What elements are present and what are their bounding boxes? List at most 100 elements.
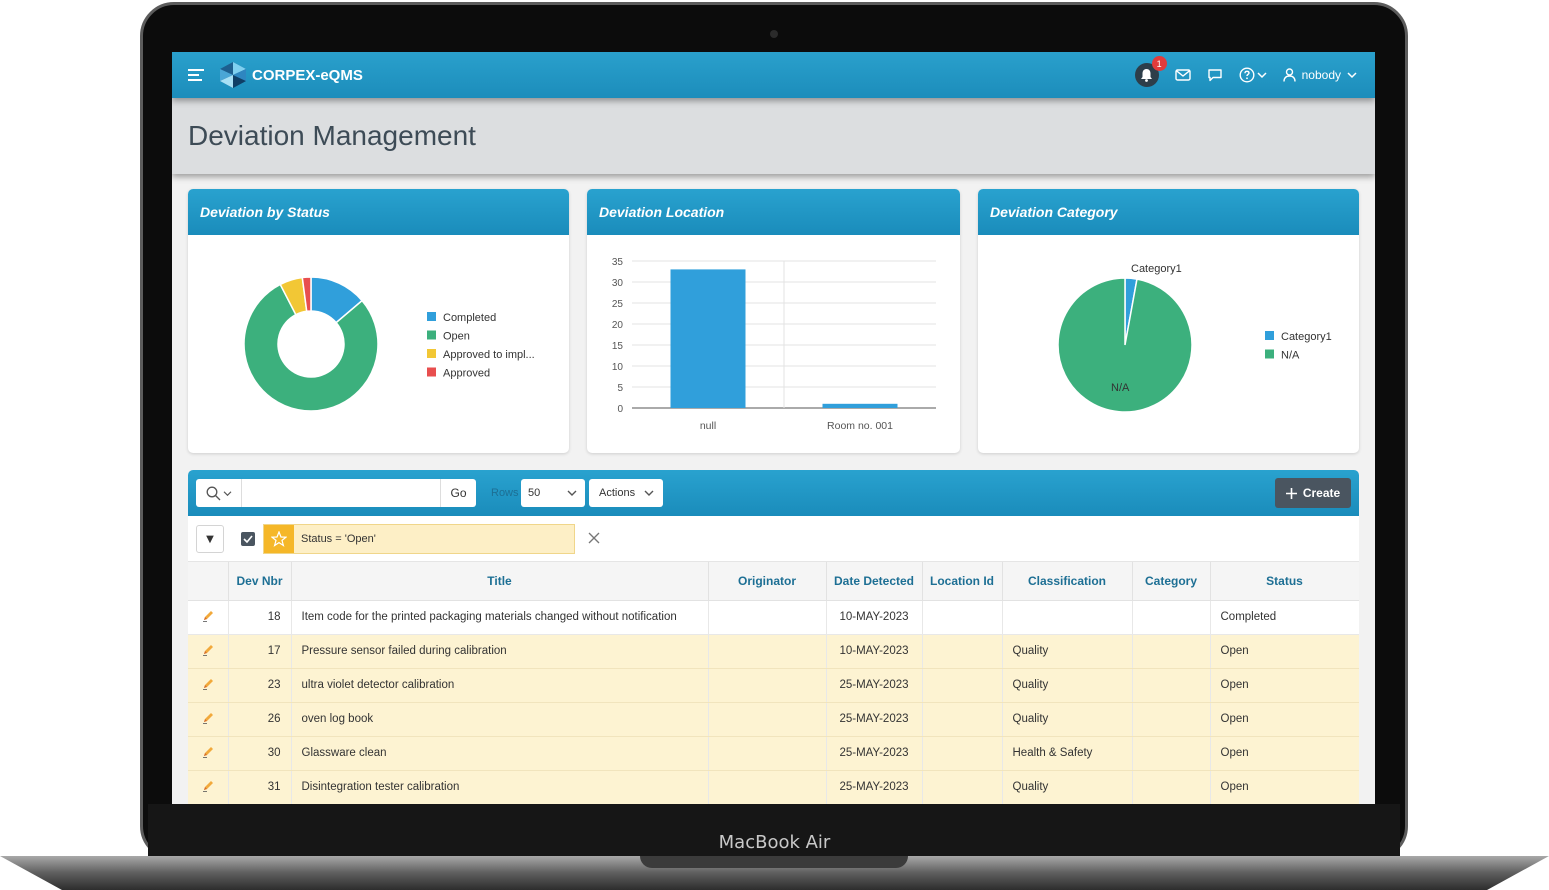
cell-status: Open: [1210, 668, 1359, 703]
cell-classification: Quality: [1002, 702, 1133, 737]
location-bar[interactable]: [822, 403, 898, 408]
search-column-button[interactable]: [196, 479, 242, 507]
cell-category: [1132, 736, 1211, 771]
table-row: 30 Glassware clean 25-MAY-2023 Health & Saf…: [188, 736, 1359, 771]
remove-filter-icon[interactable]: [587, 531, 601, 545]
table-row: 31 Disintegration tester calibration 25-MA…: [188, 770, 1359, 804]
go-button[interactable]: Go: [440, 479, 476, 507]
column-header-originator[interactable]: Originator: [708, 562, 827, 601]
cell-date-detected: 10-MAY-2023: [826, 634, 923, 669]
location-bar-chart: 0 5 10 15 20 25 30 35 null Room no. 001: [612, 257, 936, 432]
location-x-tick-label: null: [700, 420, 716, 432]
cell-status: Open: [1210, 736, 1359, 771]
page-title: Deviation Management: [188, 120, 476, 151]
report-toolbar: Go Rows 50 Actions Create: [188, 470, 1359, 516]
cell-date-detected: 25-MAY-2023: [826, 770, 923, 804]
edit-pencil-icon: [202, 644, 213, 656]
table-row: 18 Item code for the printed packaging ma…: [188, 600, 1359, 635]
cell-dev-nbr: 17: [228, 634, 292, 669]
cell-category: [1132, 702, 1211, 737]
status-chart-card: Deviation by Status Completed Open Approve…: [188, 189, 569, 453]
category-chart-card: Deviation Category Category1 N/A Category1…: [978, 189, 1359, 453]
location-y-tick-label: 5: [617, 383, 623, 394]
camera-dot: [770, 30, 778, 38]
cell-title: Disintegration tester calibration: [291, 770, 709, 804]
table-header-row: Dev Nbr Title Originator Date Detected L…: [188, 562, 1359, 601]
search-icon: [206, 486, 220, 500]
filter-enabled-checkbox[interactable]: [241, 532, 255, 546]
chevron-down-icon: [567, 490, 577, 496]
edit-pencil-icon: [202, 610, 213, 622]
actions-menu-button[interactable]: Actions: [589, 479, 663, 507]
cell-originator: [708, 702, 827, 737]
mail-icon[interactable]: [1174, 69, 1191, 81]
user-icon: [1282, 68, 1296, 82]
filter-chip[interactable]: Status = 'Open': [263, 524, 575, 554]
cell-title: Item code for the printed packaging mate…: [291, 600, 709, 635]
status-legend-label[interactable]: Open: [443, 331, 470, 343]
status-legend-label[interactable]: Completed: [443, 312, 496, 324]
checkmark-icon: [243, 535, 253, 543]
edit-pencil-icon: [202, 746, 213, 758]
device-brand-label: MacBook Air: [718, 832, 831, 853]
star-icon: [264, 525, 294, 553]
rows-select[interactable]: 50: [521, 479, 585, 507]
help-menu[interactable]: [1239, 67, 1267, 83]
cell-classification: [1002, 600, 1133, 635]
cell-date-detected: 25-MAY-2023: [826, 736, 923, 771]
edit-link[interactable]: [188, 702, 229, 737]
actions-label: Actions: [599, 487, 636, 499]
collapse-filters-button[interactable]: ▼: [196, 525, 224, 553]
cell-title: ultra violet detector calibration: [291, 668, 709, 703]
menu-icon[interactable]: [188, 69, 204, 81]
laptop-notch: [640, 856, 908, 868]
cell-classification: Quality: [1002, 770, 1133, 804]
edit-link[interactable]: [188, 668, 229, 703]
column-header-dev-nbr[interactable]: Dev Nbr: [228, 562, 292, 601]
chevron-down-icon: [1347, 72, 1357, 79]
app-title[interactable]: CORPEX-eQMS: [252, 67, 363, 84]
category-data-label-category1: Category1: [1131, 263, 1182, 275]
column-header-category[interactable]: Category: [1132, 562, 1211, 601]
cell-originator: [708, 736, 827, 771]
corpex-logo: [220, 62, 246, 88]
column-header-title[interactable]: Title: [291, 562, 709, 601]
user-menu[interactable]: nobody: [1282, 68, 1357, 82]
edit-pencil-icon: [202, 678, 213, 690]
location-bar[interactable]: [670, 269, 746, 408]
edit-link[interactable]: [188, 770, 229, 804]
status-legend-label[interactable]: Approved to impl...: [443, 349, 535, 361]
column-header-status[interactable]: Status: [1210, 562, 1359, 601]
column-header-location-id[interactable]: Location Id: [922, 562, 1003, 601]
category-legend-label[interactable]: N/A: [1281, 350, 1300, 362]
notifications-button[interactable]: 1: [1134, 56, 1167, 87]
status-legend-swatch: [427, 330, 436, 340]
edit-link[interactable]: [188, 600, 229, 635]
status-legend-swatch: [427, 367, 436, 377]
cell-category: [1132, 668, 1211, 703]
status-donut-chart: Completed Open Approved to impl... Approved: [243, 276, 535, 412]
category-pie-chart: Category1 N/A Category1 N/A: [1057, 263, 1332, 413]
search-input[interactable]: [242, 480, 440, 506]
category-legend-label[interactable]: Category1: [1281, 331, 1332, 343]
cell-dev-nbr: 26: [228, 702, 292, 737]
cell-classification: Quality: [1002, 668, 1133, 703]
category-legend-swatch: [1265, 331, 1274, 340]
cell-dev-nbr: 18: [228, 600, 292, 635]
bell-icon: [1141, 69, 1153, 82]
location-y-tick-label: 20: [612, 320, 624, 331]
column-header-date-detected[interactable]: Date Detected: [826, 562, 923, 601]
filter-row: ▼ Status = 'Open': [188, 516, 1359, 562]
cell-location-id: [922, 600, 1003, 635]
column-header-classification[interactable]: Classification: [1002, 562, 1133, 601]
table-row: 23 ultra violet detector calibration 25-MA…: [188, 668, 1359, 703]
chat-icon[interactable]: [1207, 68, 1223, 82]
status-legend-label[interactable]: Approved: [443, 368, 490, 380]
edit-link[interactable]: [188, 634, 229, 669]
page-header: Deviation Management: [172, 98, 1375, 174]
location-y-tick-label: 25: [612, 299, 624, 310]
edit-link[interactable]: [188, 736, 229, 771]
location-chart-card: Deviation Location 0 5 10 15 20 25 30 35 null Roo…: [587, 189, 960, 453]
create-button[interactable]: Create: [1275, 478, 1351, 508]
category-legend-swatch: [1265, 349, 1274, 359]
